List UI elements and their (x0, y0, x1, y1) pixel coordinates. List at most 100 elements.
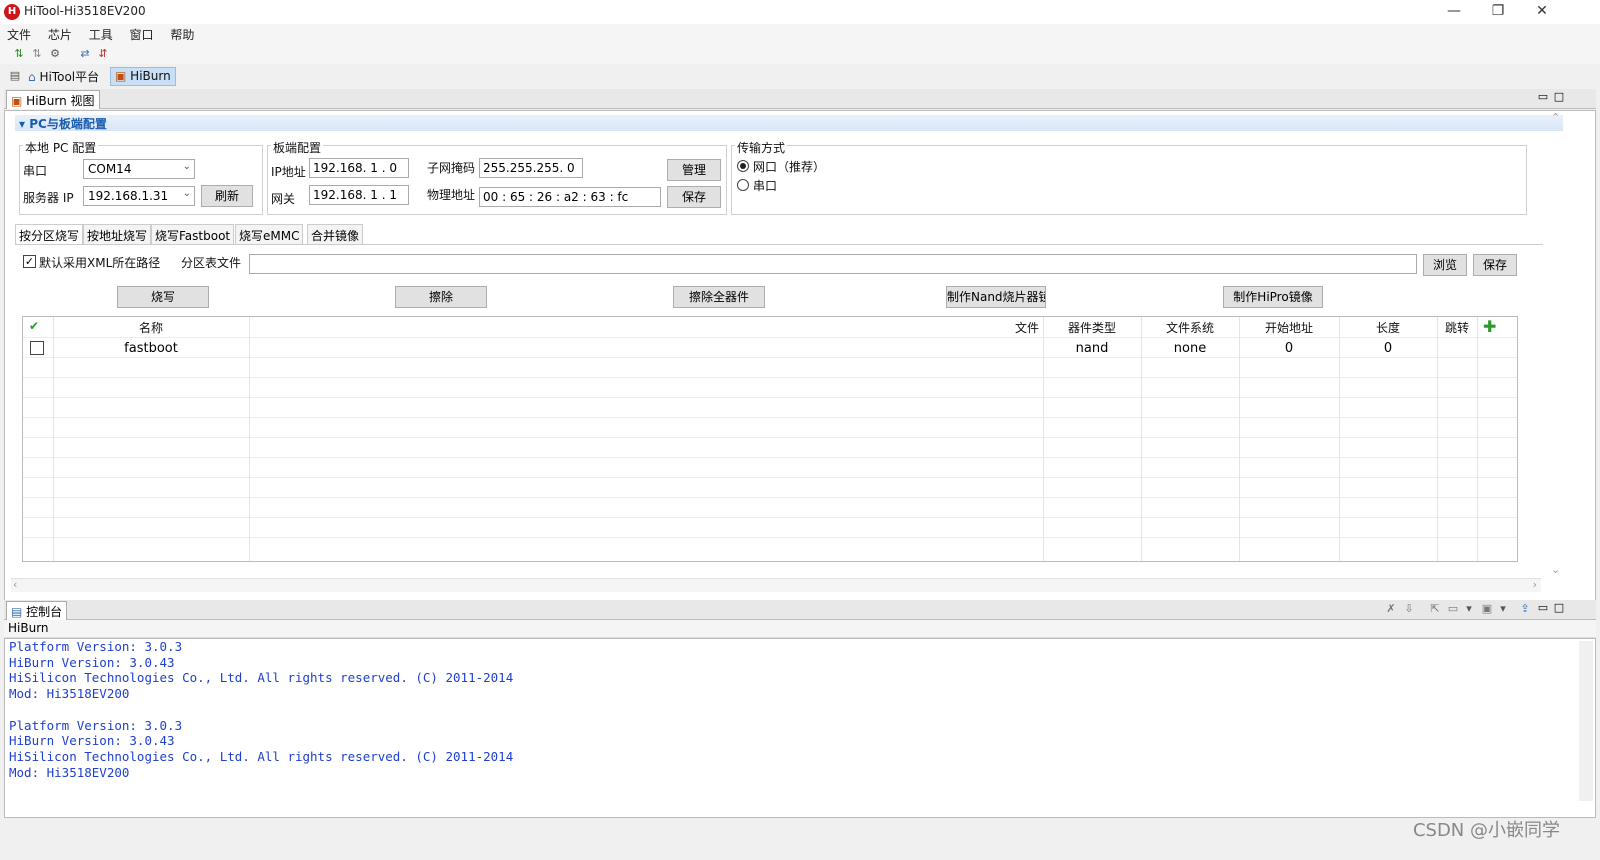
menu-tools[interactable]: 工具 (82, 24, 119, 43)
netmask-input[interactable]: 255.255.255. 0 (479, 158, 583, 178)
view-header: ▣ HiBurn 视图 ▭ □ (4, 89, 1596, 109)
nand-image-button[interactable]: 制作Nand烧片器镜像 (946, 286, 1046, 308)
tab-address-burn[interactable]: 按地址烧写 (83, 224, 152, 244)
minimize-button[interactable]: — (1432, 0, 1476, 24)
board-legend: 板端配置 (271, 139, 324, 156)
burn-button[interactable]: 烧写 (117, 286, 209, 308)
menu-help[interactable]: 帮助 (163, 24, 200, 43)
pin-console-icon[interactable]: ⇱ (1428, 602, 1442, 616)
menu-bar: 文件 芯片 工具 窗口 帮助 (0, 24, 1600, 44)
hiburn-icon: ▣ (11, 94, 23, 108)
hiburn-icon: ▣ (115, 69, 127, 83)
view-tab-hiburn[interactable]: ▣ HiBurn 视图 (6, 90, 100, 109)
section-title: PC与板端配置 (29, 117, 107, 131)
title-bar: H HiTool-Hi3518EV200 — ❐ ✕ (0, 0, 1600, 24)
chevron-down-icon: ⌄ (182, 161, 191, 172)
scroll-lock-icon[interactable]: ⇩ (1402, 602, 1416, 616)
disconnect-icon[interactable]: ⇅ (30, 47, 44, 61)
menu-file[interactable]: 文件 (0, 24, 37, 43)
tab-fastboot-burn[interactable]: 烧写Fastboot (151, 224, 235, 244)
use-xml-path-label: 默认采用XML所在路径 (39, 256, 161, 270)
header-jump[interactable]: 跳转 (1437, 319, 1477, 336)
settings-icon[interactable]: ⚙ (48, 47, 62, 61)
header-name[interactable]: 名称 (53, 319, 249, 336)
console-icon: ▤ (11, 605, 23, 619)
table-file-label: 分区表文件 (181, 256, 242, 270)
maximize-view-icon[interactable]: □ (1552, 90, 1566, 104)
serial-port-select[interactable]: COM14 ⌄ (83, 159, 195, 179)
chevron-down-icon: ⌄ (182, 188, 191, 199)
serial-radio-label: 串口 (753, 179, 778, 193)
ip-label: IP地址 (271, 165, 306, 179)
tab-merge-image[interactable]: 合并镜像 (307, 224, 364, 244)
console-output[interactable]: Platform Version: 3.0.3 HiBurn Version: … (4, 638, 1596, 818)
maximize-console-icon[interactable]: □ (1552, 601, 1566, 615)
browse-button[interactable]: 浏览 (1423, 254, 1467, 276)
perspective-label: HiTool平台 (39, 70, 100, 84)
console-title: 控制台 (26, 605, 63, 619)
local-pc-legend: 本地 PC 配置 (23, 139, 99, 156)
restore-button[interactable]: ❐ (1476, 0, 1520, 24)
display-console-icon[interactable]: ▭ (1446, 602, 1460, 616)
header-start-address[interactable]: 开始地址 (1239, 319, 1339, 336)
home-icon: ⌂ (28, 70, 36, 84)
horizontal-scrollbar[interactable]: ‹ › (11, 578, 1541, 592)
board-save-button[interactable]: 保存 (667, 186, 721, 208)
export-console-icon[interactable]: ⇪ (1518, 602, 1532, 616)
header-file[interactable]: 文件 (983, 319, 1043, 336)
console-tab[interactable]: ▤ 控制台 (6, 601, 68, 620)
connect-icon[interactable]: ⇅ (12, 47, 26, 61)
open-console-dropdown-icon[interactable]: ▾ (1496, 602, 1510, 616)
erase-all-button[interactable]: 擦除全器件 (673, 286, 765, 308)
section-header[interactable]: ▾ PC与板端配置 (15, 115, 1563, 131)
scroll-up-icon[interactable]: ⌃ (1551, 111, 1560, 124)
header-device-type[interactable]: 器件类型 (1043, 319, 1141, 336)
menu-chip[interactable]: 芯片 (41, 24, 78, 43)
console-text: Platform Version: 3.0.3 HiBurn Version: … (9, 639, 514, 780)
header-length[interactable]: 长度 (1339, 319, 1437, 336)
perspective-hiburn[interactable]: ▣ HiBurn (110, 67, 176, 86)
scroll-down-icon[interactable]: ⌄ (1551, 563, 1560, 576)
tab-emmc-burn[interactable]: 烧写eMMC (235, 224, 304, 244)
minimize-console-icon[interactable]: ▭ (1536, 601, 1550, 615)
status-bar (0, 820, 1600, 860)
scroll-right-icon[interactable]: › (1533, 578, 1537, 591)
row-checkbox[interactable] (30, 341, 44, 355)
manage-button[interactable]: 管理 (667, 159, 721, 181)
serial-radio[interactable] (737, 179, 749, 191)
window-title: HiTool-Hi3518EV200 (24, 4, 146, 18)
mac-input[interactable]: 00 : 65 : 26 : a2 : 63 : fc (479, 187, 661, 207)
server-ip-label: 服务器 IP (23, 191, 74, 205)
perspective-hitool[interactable]: ⌂ HiTool平台 (24, 67, 103, 86)
tab-divider (15, 244, 1543, 245)
transfer-icon[interactable]: ⇄ (78, 47, 92, 61)
menu-window[interactable]: 窗口 (123, 24, 160, 43)
server-ip-select[interactable]: 192.168.1.31 ⌄ (83, 186, 195, 206)
row-name: fastboot (124, 341, 178, 356)
display-dropdown-icon[interactable]: ▾ (1462, 602, 1476, 616)
ip-input[interactable]: 192.168. 1 . 0 (309, 158, 409, 178)
tab-partition-burn[interactable]: 按分区烧写 (15, 224, 84, 244)
refresh-button[interactable]: 刷新 (201, 185, 253, 207)
select-all-check-icon[interactable]: ✔ (29, 319, 39, 333)
open-console-icon[interactable]: ▣ (1480, 602, 1494, 616)
gateway-input[interactable]: 192.168. 1 . 1 (309, 185, 409, 205)
burn-icon[interactable]: ⇵ (96, 47, 110, 61)
partition-save-button[interactable]: 保存 (1473, 254, 1517, 276)
header-filesystem[interactable]: 文件系统 (1141, 319, 1239, 336)
erase-button[interactable]: 擦除 (395, 286, 487, 308)
clear-console-icon[interactable]: ✗ (1384, 602, 1398, 616)
open-perspective-icon[interactable]: ▤ (8, 69, 22, 83)
app-logo-icon: H (4, 4, 20, 20)
console-header: ▤ 控制台 ✗ ⇩ ⇱ ▭ ▾ ▣ ▾ ⇪ ▭ □ (4, 600, 1596, 620)
use-xml-path-checkbox[interactable]: ✓ (23, 255, 36, 268)
network-radio[interactable] (737, 160, 749, 172)
console-vertical-scrollbar[interactable] (1579, 641, 1593, 801)
add-row-icon[interactable]: ✚ (1483, 317, 1496, 336)
close-button[interactable]: ✕ (1520, 0, 1564, 24)
network-radio-label: 网口（推荐） (753, 160, 826, 174)
hipro-image-button[interactable]: 制作HiPro镜像 (1223, 286, 1323, 308)
scroll-left-icon[interactable]: ‹ (13, 578, 17, 591)
minimize-view-icon[interactable]: ▭ (1536, 90, 1550, 104)
table-file-input[interactable] (249, 254, 1417, 274)
